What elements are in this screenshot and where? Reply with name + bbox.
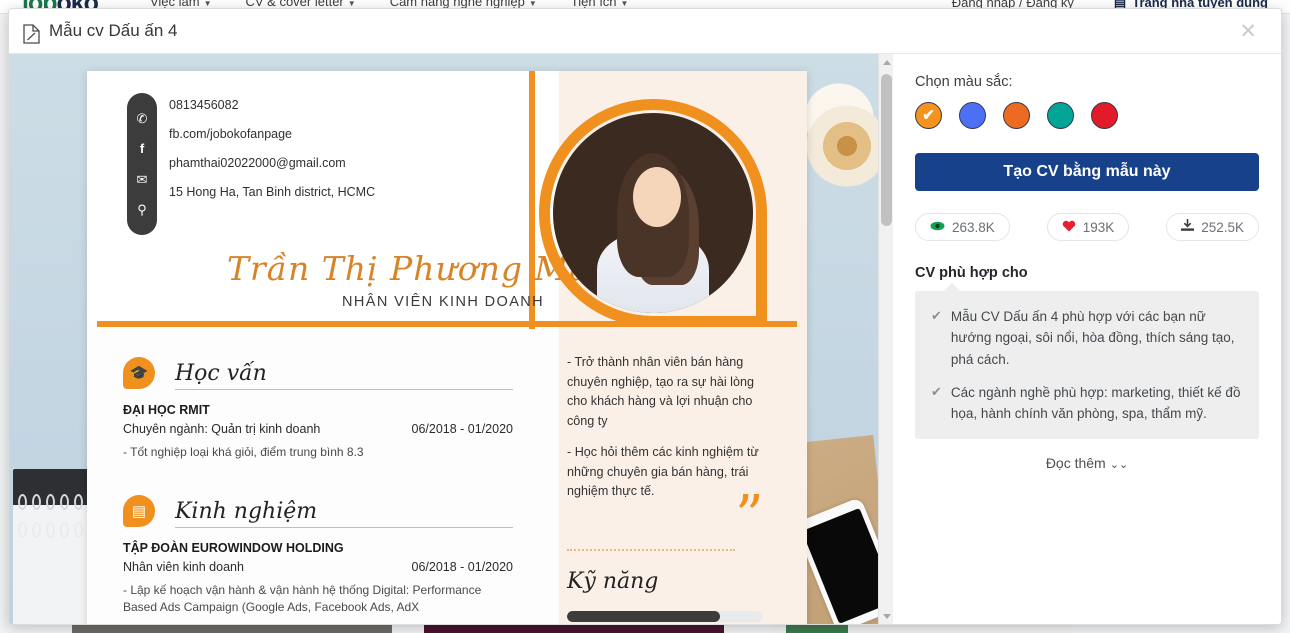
- create-cv-button[interactable]: Tạo CV bằng mẫu này: [915, 153, 1259, 191]
- cv-section-education: 🎓 Học vấn ĐẠI HỌC RMIT Chuyên ngành: Quả…: [123, 353, 513, 461]
- suitable-for-heading: CV phù hợp cho: [915, 265, 1028, 281]
- read-more-label: Đọc thêm: [1045, 454, 1106, 471]
- phone-icon: ✆: [136, 110, 148, 126]
- downloads-value: 252.5K: [1201, 219, 1244, 235]
- color-swatch-orange[interactable]: ✔: [915, 102, 942, 129]
- check-icon: ✔: [931, 308, 942, 323]
- chevron-down-icon: ▼: [347, 0, 356, 8]
- briefcase-icon: ▤: [123, 495, 155, 527]
- color-swatch-list[interactable]: ✔: [915, 102, 1259, 129]
- skill-progress-fill: [567, 611, 720, 622]
- experience-org: TẬP ĐOÀN EUROWINDOW HOLDING: [123, 541, 344, 555]
- experience-date: 06/2018 - 01/2020: [411, 560, 513, 574]
- scroll-down-arrow-icon[interactable]: [879, 608, 893, 624]
- facebook-icon: f: [139, 141, 145, 157]
- contact-phone: 0813456082: [169, 98, 239, 112]
- color-picker-label: Chọn màu sắc:: [915, 74, 1013, 90]
- portrait-face: [633, 167, 681, 227]
- quote-mark-decor: ”: [735, 484, 764, 549]
- skill-progress-bar: [567, 611, 763, 622]
- chevron-down-icon: ▼: [203, 0, 212, 8]
- color-swatch-deep-orange[interactable]: [1003, 102, 1030, 129]
- contact-facebook: fb.com/jobokofanpage: [169, 127, 293, 141]
- education-date: 06/2018 - 01/2020: [411, 422, 513, 436]
- cv-template-modal: Mẫu cv Dấu ấn 4 ✕ ✆ f ✉ ⚲ 0813456082 fb.…: [8, 8, 1282, 625]
- objective-line-2: - Học hỏi thêm các kinh nghiệm từ những …: [567, 445, 759, 499]
- experience-rule: [175, 527, 513, 528]
- email-icon: ✉: [136, 171, 148, 187]
- experience-heading: ▤ Kinh nghiệm: [123, 491, 513, 531]
- education-major: Chuyên ngành: Quản trị kinh doanh: [123, 422, 321, 436]
- skills-title: Kỹ năng: [567, 569, 659, 594]
- suitable-item-text: Các ngành nghề phù hợp: marketing, thiết…: [950, 384, 1241, 422]
- modal-title: Mẫu cv Dấu ấn 4: [49, 21, 178, 40]
- education-rule: [175, 389, 513, 390]
- preview-scrollbar[interactable]: [878, 54, 893, 624]
- modal-body: ✆ f ✉ ⚲ 0813456082 fb.com/jobokofanpage …: [9, 54, 1281, 624]
- suitable-for-callout: ✔ Mẫu CV Dấu ấn 4 phù hợp với các bạn nữ…: [915, 283, 1259, 439]
- heart-icon: [1062, 220, 1076, 235]
- cv-candidate-role: NHÂN VIÊN KINH DOANH: [342, 294, 545, 310]
- education-row: Chuyên ngành: Quản trị kinh doanh 06/201…: [123, 422, 513, 436]
- education-detail: - Tốt nghiệp loại khá giỏi, điểm trung b…: [123, 445, 364, 459]
- close-icon[interactable]: ✕: [1233, 19, 1263, 44]
- color-swatch-blue[interactable]: [959, 102, 986, 129]
- experience-title: Kinh nghiệm: [175, 498, 318, 524]
- color-swatch-teal[interactable]: [1047, 102, 1074, 129]
- template-options-sidebar: Chọn màu sắc: ✔ Tạo CV bằng mẫu này 263.…: [893, 54, 1281, 624]
- views-value: 263.8K: [952, 219, 995, 235]
- color-swatch-red[interactable]: [1091, 102, 1118, 129]
- cv-document: ✆ f ✉ ⚲ 0813456082 fb.com/jobokofanpage …: [87, 71, 807, 624]
- template-stats: 263.8K 193K 252.5K: [915, 213, 1259, 241]
- eye-icon: [930, 220, 945, 234]
- likes-value: 193K: [1082, 219, 1115, 235]
- check-icon: ✔: [931, 383, 942, 399]
- education-title: Học vấn: [175, 360, 267, 386]
- read-more-button[interactable]: Đọc thêm ⌄⌄: [915, 455, 1259, 471]
- cv-objective: - Trở thành nhân viên bán hàng chuyên ng…: [567, 353, 763, 514]
- views-stat[interactable]: 263.8K: [915, 213, 1010, 241]
- contact-address: 15 Hong Ha, Tan Binh district, HCMC: [169, 185, 376, 199]
- scroll-up-arrow-icon[interactable]: [879, 54, 893, 70]
- likes-stat[interactable]: 193K: [1046, 213, 1130, 241]
- cv-divider-vertical: [529, 71, 535, 329]
- list-item: ✔ Mẫu CV Dấu ấn 4 phù hợp với các bạn nữ…: [931, 306, 1243, 370]
- downloads-stat[interactable]: 252.5K: [1166, 213, 1259, 241]
- contact-email: phamthai02022000@gmail.com: [169, 156, 346, 170]
- scrollbar-thumb[interactable]: [881, 74, 892, 226]
- experience-position: Nhân viên kinh doanh: [123, 560, 244, 574]
- experience-row: Nhân viên kinh doanh 06/2018 - 01/2020: [123, 560, 513, 574]
- experience-detail: - Lập kế hoạch vận hành & vận hành hệ th…: [123, 583, 482, 615]
- cv-photo-frame: [539, 99, 767, 327]
- check-icon: ✔: [922, 107, 935, 124]
- contact-details: 0813456082 fb.com/jobokofanpage phamthai…: [169, 97, 375, 200]
- pdf-file-icon: [23, 24, 40, 44]
- download-icon: [1181, 219, 1195, 235]
- modal-header: Mẫu cv Dấu ấn 4 ✕: [9, 9, 1281, 54]
- cv-preview-pane[interactable]: ✆ f ✉ ⚲ 0813456082 fb.com/jobokofanpage …: [9, 54, 893, 624]
- education-org: ĐẠI HỌC RMIT: [123, 403, 210, 417]
- education-heading: 🎓 Học vấn: [123, 353, 513, 393]
- chevron-down-icon: ▼: [528, 0, 537, 8]
- list-item: ✔ Các ngành nghề phù hợp: marketing, thi…: [931, 382, 1243, 425]
- chevron-double-down-icon: ⌄⌄: [1109, 458, 1129, 471]
- suitable-item-text: Mẫu CV Dấu ấn 4 phù hợp với các bạn nữ h…: [950, 309, 1235, 367]
- dotted-separator: [567, 549, 735, 551]
- contact-icon-bar: ✆ f ✉ ⚲: [127, 93, 157, 235]
- cv-section-experience: ▤ Kinh nghiệm TẬP ĐOÀN EUROWINDOW HOLDIN…: [123, 491, 513, 617]
- location-pin-icon: ⚲: [137, 202, 147, 218]
- graduation-cap-icon: 🎓: [123, 357, 155, 389]
- objective-line-1: - Trở thành nhân viên bán hàng chuyên ng…: [567, 355, 754, 428]
- chevron-down-icon: ▼: [620, 0, 629, 8]
